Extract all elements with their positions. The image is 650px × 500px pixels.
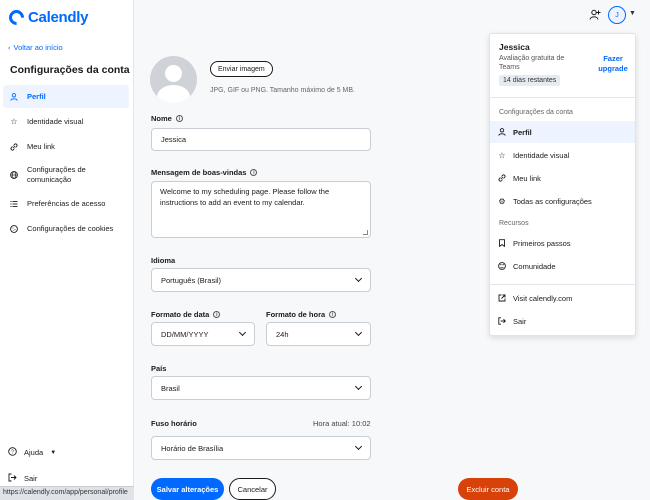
chevron-left-icon: ‹ (8, 43, 11, 52)
info-icon[interactable]: i (175, 115, 183, 122)
cookie-icon (10, 224, 18, 233)
date-format-select[interactable]: DD/MM/YYYY (151, 322, 255, 346)
date-format-label: Formato de data i (151, 310, 221, 319)
welcome-message-textarea[interactable]: Welcome to my scheduling page. Please fo… (151, 181, 371, 238)
chevron-down-icon (354, 274, 363, 283)
country-label: País (151, 364, 167, 373)
svg-text:?: ? (11, 449, 14, 455)
person-icon (10, 92, 18, 101)
help-menu[interactable]: ? Ajuda ▼ (8, 447, 56, 458)
language-label: Idioma (151, 256, 176, 265)
sidebar: Calendly ‹ Voltar ao início Configuraçõe… (0, 0, 134, 500)
sidebar-nav: Perfil ☆ Identidade visual Meu link Conf… (3, 85, 129, 242)
menu-item-getting-started[interactable]: Primeiros passos (490, 232, 635, 254)
sidebar-logout[interactable]: Sair (8, 473, 37, 484)
person-icon (498, 128, 506, 136)
logout-icon (498, 317, 506, 325)
status-bar-url: https://calendly.com/app/personal/profil… (0, 486, 134, 500)
cancel-button[interactable]: Cancelar (229, 478, 276, 500)
caret-down-icon: ▼ (50, 449, 57, 456)
external-link-icon (498, 294, 506, 302)
current-time: Hora atual: 10:02 (313, 419, 371, 428)
sidebar-item-communication[interactable]: Configurações de comunicação (3, 160, 129, 190)
brand-name: Calendly (28, 9, 89, 26)
info-icon[interactable]: i (213, 311, 221, 318)
delete-account-button[interactable]: Excluir conta (458, 478, 518, 500)
menu-divider (490, 284, 637, 285)
star-icon: ☆ (498, 150, 506, 160)
sidebar-title: Configurações da conta (10, 64, 130, 76)
menu-trial-text: Avaliação gratuita de Teams (499, 55, 565, 72)
link-icon (498, 174, 506, 182)
logout-icon (8, 473, 17, 484)
sidebar-item-cookie-settings[interactable]: Configurações de cookies (3, 217, 129, 240)
chevron-down-icon (354, 328, 363, 337)
list-icon (10, 200, 18, 208)
link-icon (10, 142, 18, 151)
globe-icon (10, 171, 18, 179)
time-format-label: Formato de hora i (266, 310, 337, 319)
profile-avatar (150, 56, 197, 103)
menu-item-logout[interactable]: Sair (490, 310, 635, 332)
sidebar-item-branding[interactable]: ☆ Identidade visual (3, 110, 129, 133)
menu-section-account: Configurações da conta (499, 109, 573, 116)
sidebar-item-my-link[interactable]: Meu link (3, 135, 129, 158)
menu-item-all-settings[interactable]: ⚙ Todas as configurações (490, 190, 635, 212)
community-icon (498, 262, 506, 270)
info-icon[interactable]: i (250, 169, 258, 176)
calendly-logo[interactable]: Calendly (5, 6, 89, 29)
menu-item-community[interactable]: Comunidade (490, 255, 635, 277)
sidebar-item-access-preferences[interactable]: Preferências de acesso (3, 192, 129, 215)
timezone-select[interactable]: Horário de Brasília (151, 436, 371, 460)
menu-user-name: Jessica (499, 42, 530, 52)
help-icon: ? (8, 447, 17, 458)
chevron-down-icon (354, 442, 363, 451)
name-label: Nome i (151, 114, 183, 123)
menu-item-visit-calendly[interactable]: Visit calendly.com (490, 287, 635, 309)
upload-image-button[interactable]: Enviar imagem (210, 61, 273, 77)
name-input[interactable]: Jessica (151, 128, 371, 151)
calendly-logo-icon (5, 6, 28, 29)
star-icon: ☆ (10, 117, 18, 126)
sidebar-item-profile[interactable]: Perfil (3, 85, 129, 108)
upgrade-link[interactable]: Fazer upgrade (593, 54, 633, 74)
info-icon[interactable]: i (329, 311, 337, 318)
caret-down-icon[interactable]: ▼ (629, 10, 636, 17)
menu-divider (490, 97, 637, 98)
chevron-down-icon (354, 382, 363, 391)
back-to-home-link[interactable]: ‹ Voltar ao início (8, 43, 63, 52)
trial-days-badge: 14 dias restantes (499, 75, 561, 86)
bookmark-icon (498, 239, 506, 247)
save-button[interactable]: Salvar alterações (151, 478, 224, 500)
language-select[interactable]: Português (Brasil) (151, 268, 371, 292)
menu-item-my-link[interactable]: Meu link (490, 167, 635, 189)
menu-section-resources: Recursos (499, 220, 529, 227)
gear-icon: ⚙ (498, 196, 506, 206)
user-avatar-button[interactable]: J (608, 6, 626, 24)
add-user-icon[interactable] (589, 9, 601, 21)
welcome-message-label: Mensagem de boas-vindas i (151, 168, 258, 177)
timezone-label: Fuso horário (151, 419, 197, 428)
account-dropdown-menu: Jessica Avaliação gratuita de Teams 14 d… (489, 33, 637, 336)
country-select[interactable]: Brasil (151, 376, 371, 400)
menu-item-branding[interactable]: ☆ Identidade visual (490, 144, 635, 166)
chevron-down-icon (238, 328, 247, 337)
menu-item-profile[interactable]: Perfil (490, 121, 635, 143)
time-format-select[interactable]: 24h (266, 322, 371, 346)
resize-handle[interactable] (363, 230, 368, 235)
upload-hint: JPG, GIF ou PNG. Tamanho máximo de 5 MB. (210, 87, 355, 94)
